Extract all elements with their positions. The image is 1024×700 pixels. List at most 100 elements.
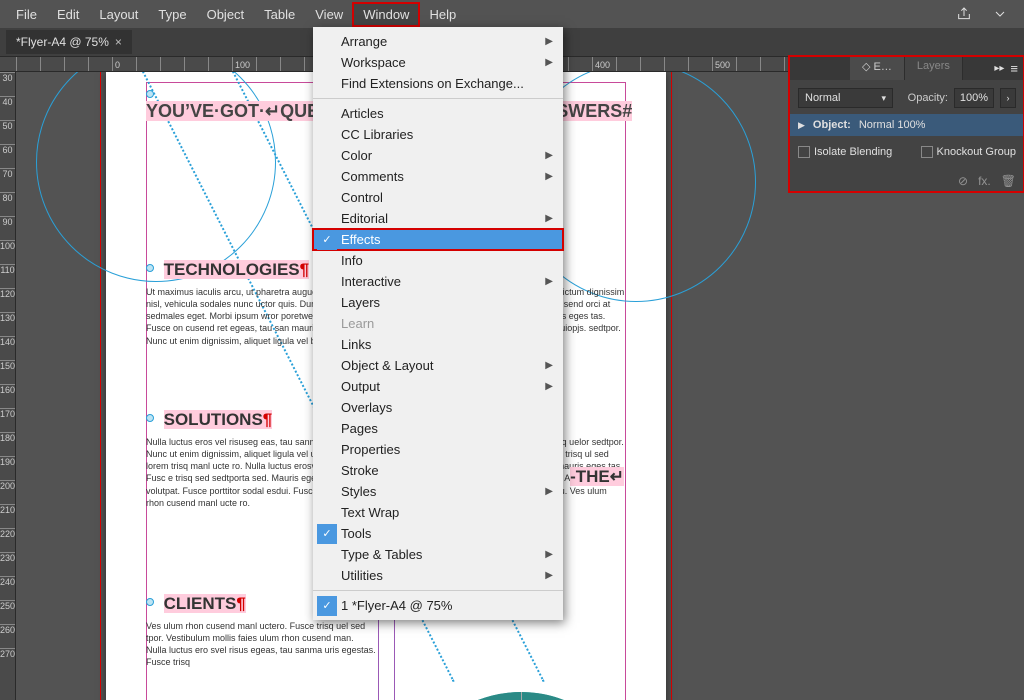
menu-item-label: Tools [341, 526, 371, 541]
opacity-label: Opacity: [908, 92, 948, 104]
menu-item-label: Interactive [341, 274, 401, 289]
menu-item-comments[interactable]: Comments ▶ [313, 166, 563, 187]
menu-item-pages[interactable]: Pages [313, 418, 563, 439]
document-tab[interactable]: *Flyer-A4 @ 75% × [6, 30, 132, 54]
effects-target-row[interactable]: ▶ Object: Normal 100% [790, 114, 1024, 136]
menu-item-color[interactable]: Color▶ [313, 145, 563, 166]
submenu-arrow-icon: ▶ [545, 213, 553, 224]
check-icon: ✓ [317, 230, 337, 250]
side-text[interactable]: -THE↵ [570, 467, 624, 486]
menu-item-overlays[interactable]: Overlays [313, 397, 563, 418]
submenu-arrow-icon: ▶ [545, 276, 553, 287]
menu-item-text-wrap[interactable]: Text Wrap [313, 502, 563, 523]
donut-chart[interactable] [401, 692, 641, 700]
menu-item-label: 1 *Flyer-A4 @ 75% [341, 598, 452, 613]
section-heading[interactable]: CLIENTS¶ [164, 594, 246, 613]
menu-item-workspace[interactable]: Workspace▶ [313, 52, 563, 73]
menu-item-label: Utilities [341, 568, 383, 583]
panel-tabs: ◇ E… Layers ▸▸ ≡ [790, 56, 1024, 80]
menu-item-label: Styles [341, 484, 376, 499]
bullet-icon [146, 598, 154, 606]
menu-item-label: Overlays [341, 400, 392, 415]
tab-layers[interactable]: Layers [905, 56, 963, 80]
menu-item-utilities[interactable]: Utilities ▶ [313, 565, 563, 586]
document-tab-title: *Flyer-A4 @ 75% [16, 35, 109, 49]
menu-item-properties[interactable]: Properties [313, 439, 563, 460]
menu-item-info[interactable]: Info [313, 250, 563, 271]
clear-effects-icon[interactable]: ⊘ [958, 174, 968, 188]
collapse-icon[interactable]: ▸▸ [994, 63, 1004, 74]
panel-menu-icon[interactable]: ≡ [1010, 61, 1018, 76]
menu-item-type-tables[interactable]: Type & Tables ▶ [313, 544, 563, 565]
menu-item-label: Comments [341, 169, 404, 184]
section-heading[interactable]: TECHNOLOGIES¶ [164, 260, 309, 279]
trash-icon[interactable]: 🗑 [1001, 174, 1016, 188]
isolate-blending-checkbox[interactable]: Isolate Blending [798, 146, 892, 158]
menu-help[interactable]: Help [419, 3, 466, 26]
bullet-icon [146, 414, 154, 422]
menu-object[interactable]: Object [197, 3, 255, 26]
menu-item-learn: Learn [313, 313, 563, 334]
menu-item-label: Articles [341, 106, 384, 121]
menu-item-articles[interactable]: Articles [313, 103, 563, 124]
object-value: Normal 100% [859, 119, 926, 131]
menu-item-label: Object & Layout [341, 358, 434, 373]
menu-item-interactive[interactable]: Interactive ▶ [313, 271, 563, 292]
menu-item-label: Arrange [341, 34, 387, 49]
menu-item-label: Output [341, 379, 380, 394]
check-icon: ✓ [317, 524, 337, 544]
submenu-arrow-icon: ▶ [545, 486, 553, 497]
menu-item-layers[interactable]: Layers [313, 292, 563, 313]
blend-mode-value: Normal [805, 92, 840, 104]
submenu-arrow-icon: ▶ [545, 549, 553, 560]
blend-mode-select[interactable]: Normal ▾ [798, 88, 893, 108]
opacity-stepper[interactable]: › [1000, 88, 1016, 108]
menu-item-arrange[interactable]: Arrange ▶ [313, 31, 563, 52]
menu-type[interactable]: Type [148, 3, 196, 26]
body-text[interactable]: Ves ulum rhon cusend manl uctero. Fusce … [146, 620, 376, 669]
menu-item-cc-libraries[interactable]: CC Libraries [313, 124, 563, 145]
menu-item-label: Effects [341, 232, 381, 247]
menu-item-label: Type & Tables [341, 547, 422, 562]
menu-item-label: Editorial [341, 211, 388, 226]
menu-item-tools[interactable]: ✓ Tools [313, 523, 563, 544]
tab-effects[interactable]: ◇ E… [850, 56, 905, 80]
menu-item-find-extensions-on-exchange[interactable]: Find Extensions on Exchange... [313, 73, 563, 94]
menu-file[interactable]: File [6, 3, 47, 26]
menu-item-effects[interactable]: ✓ Effects [313, 229, 563, 250]
submenu-arrow-icon: ▶ [545, 171, 553, 182]
menu-table[interactable]: Table [254, 3, 305, 26]
menu-item-label: Info [341, 253, 363, 268]
section-heading[interactable]: SOLUTIONS¶ [164, 410, 273, 429]
share-icon[interactable] [950, 3, 978, 25]
menu-view[interactable]: View [305, 3, 353, 26]
menu-item-output[interactable]: Output▶ [313, 376, 563, 397]
menu-layout[interactable]: Layout [89, 3, 148, 26]
menu-item-label: CC Libraries [341, 127, 413, 142]
menu-item-control[interactable]: Control [313, 187, 563, 208]
menu-item-label: Links [341, 337, 371, 352]
menu-item-stroke[interactable]: Stroke [313, 460, 563, 481]
menu-item-1-flyer-a4-75[interactable]: ✓1 *Flyer-A4 @ 75% [313, 595, 563, 616]
close-icon[interactable]: × [115, 35, 122, 49]
menu-item-styles[interactable]: Styles ▶ [313, 481, 563, 502]
opacity-input[interactable]: 100% [954, 88, 994, 108]
submenu-arrow-icon: ▶ [545, 570, 553, 581]
window-menu-dropdown: Arrange▶Workspace▶Find Extensions on Exc… [313, 27, 563, 620]
submenu-arrow-icon: ▶ [545, 150, 553, 161]
menu-edit[interactable]: Edit [47, 3, 89, 26]
chevron-down-icon[interactable] [986, 3, 1014, 25]
submenu-arrow-icon: ▶ [545, 57, 553, 68]
ruler-vertical[interactable]: 3040506070809010011012013014015016017018… [0, 72, 16, 700]
panel-footer: ⊘ fx. 🗑 [790, 170, 1024, 192]
fx-icon[interactable]: fx. [978, 174, 991, 188]
menu-item-label: Layers [341, 295, 380, 310]
menu-window[interactable]: Window [353, 3, 419, 26]
chevron-down-icon: ▾ [881, 93, 886, 104]
menu-item-label: Stroke [341, 463, 379, 478]
submenu-arrow-icon: ▶ [545, 36, 553, 47]
menu-item-editorial[interactable]: Editorial ▶ [313, 208, 563, 229]
knockout-group-checkbox[interactable]: Knockout Group [921, 146, 1017, 158]
menu-item-links[interactable]: Links [313, 334, 563, 355]
menu-item-object-layout[interactable]: Object & Layout▶ [313, 355, 563, 376]
